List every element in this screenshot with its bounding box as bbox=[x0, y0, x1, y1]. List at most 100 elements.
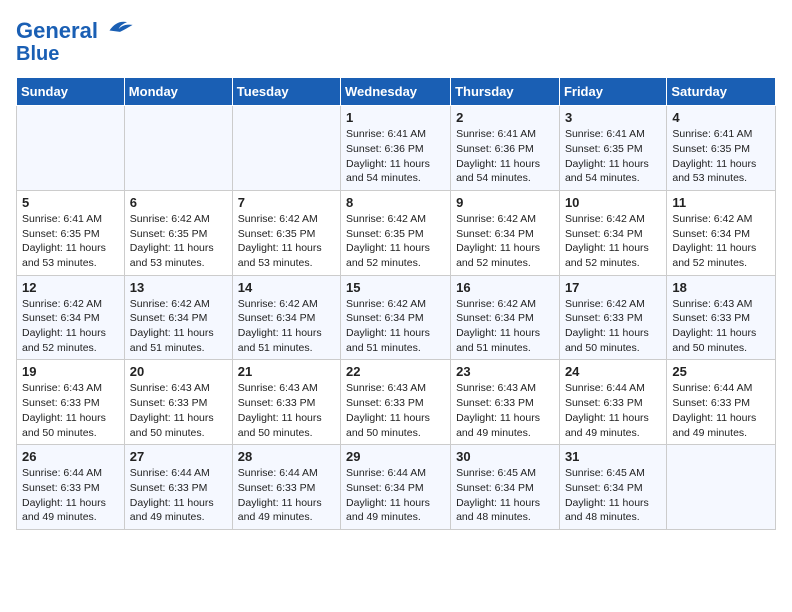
day-number: 27 bbox=[130, 449, 227, 464]
calendar-cell: 24 Sunrise: 6:44 AMSunset: 6:33 PMDayligh… bbox=[559, 360, 666, 445]
day-number: 16 bbox=[456, 280, 554, 295]
cell-sun-info: Sunrise: 6:43 AMSunset: 6:33 PMDaylight:… bbox=[672, 297, 770, 356]
calendar-cell: 4Sunrise: 6:41 AMSunset: 6:35 PMDaylight… bbox=[667, 106, 776, 191]
calendar-cell: 27Sunrise: 6:44 AMSunset: 6:33 PMDayligh… bbox=[124, 445, 232, 530]
calendar-cell: 11 Sunrise: 6:42 AMSunset: 6:34 PMDayligh… bbox=[667, 190, 776, 275]
day-number: 21 bbox=[238, 364, 335, 379]
cell-sun-info: Sunrise: 6:42 AMSunset: 6:35 PMDaylight:… bbox=[238, 212, 335, 271]
logo-text: General bbox=[16, 16, 134, 43]
day-number: 7 bbox=[238, 195, 335, 210]
day-number: 22 bbox=[346, 364, 445, 379]
calendar-cell: 30Sunrise: 6:45 AMSunset: 6:34 PMDayligh… bbox=[451, 445, 560, 530]
cell-sun-info: Sunrise: 6:42 AMSunset: 6:34 PMDaylight:… bbox=[238, 297, 335, 356]
cell-sun-info: Sunrise: 6:42 AMSunset: 6:34 PMDaylight:… bbox=[672, 212, 770, 271]
weekday-header: Friday bbox=[559, 78, 666, 106]
cell-sun-info: Sunrise: 6:41 AMSunset: 6:36 PMDaylight:… bbox=[456, 127, 554, 186]
day-number: 17 bbox=[565, 280, 661, 295]
weekday-header: Thursday bbox=[451, 78, 560, 106]
calendar-week-row: 12 Sunrise: 6:42 AMSunset: 6:34 PMDayligh… bbox=[17, 275, 776, 360]
calendar-cell: 16 Sunrise: 6:42 AMSunset: 6:34 PMDayligh… bbox=[451, 275, 560, 360]
calendar-week-row: 1 Sunrise: 6:41 AMSunset: 6:36 PMDaylight… bbox=[17, 106, 776, 191]
calendar-cell: 28 Sunrise: 6:44 AMSunset: 6:33 PMDayligh… bbox=[232, 445, 340, 530]
calendar-cell bbox=[17, 106, 125, 191]
cell-sun-info: Sunrise: 6:44 AMSunset: 6:33 PMDaylight:… bbox=[672, 381, 770, 440]
cell-sun-info: Sunrise: 6:43 AMSunset: 6:33 PMDaylight:… bbox=[22, 381, 119, 440]
calendar-cell: 18 Sunrise: 6:43 AMSunset: 6:33 PMDayligh… bbox=[667, 275, 776, 360]
day-number: 8 bbox=[346, 195, 445, 210]
calendar-cell: 26 Sunrise: 6:44 AMSunset: 6:33 PMDayligh… bbox=[17, 445, 125, 530]
cell-sun-info: Sunrise: 6:42 AMSunset: 6:33 PMDaylight:… bbox=[565, 297, 661, 356]
cell-sun-info: Sunrise: 6:43 AMSunset: 6:33 PMDaylight:… bbox=[130, 381, 227, 440]
logo-bird-icon bbox=[106, 16, 134, 38]
calendar-cell: 31 Sunrise: 6:45 AMSunset: 6:34 PMDayligh… bbox=[559, 445, 666, 530]
cell-sun-info: Sunrise: 6:42 AMSunset: 6:34 PMDaylight:… bbox=[130, 297, 227, 356]
calendar-cell: 20 Sunrise: 6:43 AMSunset: 6:33 PMDayligh… bbox=[124, 360, 232, 445]
page-header: General Blue bbox=[16, 16, 776, 65]
calendar-cell: 17 Sunrise: 6:42 AMSunset: 6:33 PMDayligh… bbox=[559, 275, 666, 360]
day-number: 18 bbox=[672, 280, 770, 295]
day-number: 25 bbox=[672, 364, 770, 379]
cell-sun-info: Sunrise: 6:44 AMSunset: 6:33 PMDaylight:… bbox=[238, 466, 335, 525]
day-number: 13 bbox=[130, 280, 227, 295]
cell-sun-info: Sunrise: 6:41 AMSunset: 6:35 PMDaylight:… bbox=[22, 212, 119, 271]
cell-sun-info: Sunrise: 6:44 AMSunset: 6:33 PMDaylight:… bbox=[565, 381, 661, 440]
calendar-week-row: 19 Sunrise: 6:43 AMSunset: 6:33 PMDayligh… bbox=[17, 360, 776, 445]
cell-sun-info: Sunrise: 6:41 AMSunset: 6:36 PMDaylight:… bbox=[346, 127, 445, 186]
cell-sun-info: Sunrise: 6:42 AMSunset: 6:34 PMDaylight:… bbox=[565, 212, 661, 271]
day-number: 2 bbox=[456, 110, 554, 125]
cell-sun-info: Sunrise: 6:44 AMSunset: 6:34 PMDaylight:… bbox=[346, 466, 445, 525]
calendar-cell bbox=[667, 445, 776, 530]
calendar-cell: 12 Sunrise: 6:42 AMSunset: 6:34 PMDayligh… bbox=[17, 275, 125, 360]
cell-sun-info: Sunrise: 6:42 AMSunset: 6:34 PMDaylight:… bbox=[456, 212, 554, 271]
calendar-cell: 29 Sunrise: 6:44 AMSunset: 6:34 PMDayligh… bbox=[341, 445, 451, 530]
weekday-header: Wednesday bbox=[341, 78, 451, 106]
cell-sun-info: Sunrise: 6:42 AMSunset: 6:34 PMDaylight:… bbox=[22, 297, 119, 356]
cell-sun-info: Sunrise: 6:44 AMSunset: 6:33 PMDaylight:… bbox=[22, 466, 119, 525]
day-number: 10 bbox=[565, 195, 661, 210]
calendar-cell: 9 Sunrise: 6:42 AMSunset: 6:34 PMDaylight… bbox=[451, 190, 560, 275]
calendar-cell: 25 Sunrise: 6:44 AMSunset: 6:33 PMDayligh… bbox=[667, 360, 776, 445]
weekday-header: Tuesday bbox=[232, 78, 340, 106]
calendar-cell: 6Sunrise: 6:42 AMSunset: 6:35 PMDaylight… bbox=[124, 190, 232, 275]
cell-sun-info: Sunrise: 6:42 AMSunset: 6:34 PMDaylight:… bbox=[456, 297, 554, 356]
weekday-header: Saturday bbox=[667, 78, 776, 106]
day-number: 9 bbox=[456, 195, 554, 210]
calendar-cell: 2 Sunrise: 6:41 AMSunset: 6:36 PMDaylight… bbox=[451, 106, 560, 191]
calendar-cell: 21 Sunrise: 6:43 AMSunset: 6:33 PMDayligh… bbox=[232, 360, 340, 445]
day-number: 30 bbox=[456, 449, 554, 464]
day-number: 14 bbox=[238, 280, 335, 295]
day-number: 23 bbox=[456, 364, 554, 379]
cell-sun-info: Sunrise: 6:43 AMSunset: 6:33 PMDaylight:… bbox=[238, 381, 335, 440]
day-number: 26 bbox=[22, 449, 119, 464]
calendar-cell: 10 Sunrise: 6:42 AMSunset: 6:34 PMDayligh… bbox=[559, 190, 666, 275]
day-number: 28 bbox=[238, 449, 335, 464]
calendar-week-row: 26 Sunrise: 6:44 AMSunset: 6:33 PMDayligh… bbox=[17, 445, 776, 530]
cell-sun-info: Sunrise: 6:41 AMSunset: 6:35 PMDaylight:… bbox=[565, 127, 661, 186]
calendar-cell: 5 Sunrise: 6:41 AMSunset: 6:35 PMDaylight… bbox=[17, 190, 125, 275]
day-number: 19 bbox=[22, 364, 119, 379]
calendar-cell bbox=[232, 106, 340, 191]
day-number: 31 bbox=[565, 449, 661, 464]
cell-sun-info: Sunrise: 6:43 AMSunset: 6:33 PMDaylight:… bbox=[346, 381, 445, 440]
calendar-cell: 14 Sunrise: 6:42 AMSunset: 6:34 PMDayligh… bbox=[232, 275, 340, 360]
calendar-cell: 3Sunrise: 6:41 AMSunset: 6:35 PMDaylight… bbox=[559, 106, 666, 191]
day-number: 12 bbox=[22, 280, 119, 295]
calendar-cell: 13 Sunrise: 6:42 AMSunset: 6:34 PMDayligh… bbox=[124, 275, 232, 360]
day-number: 24 bbox=[565, 364, 661, 379]
day-number: 20 bbox=[130, 364, 227, 379]
cell-sun-info: Sunrise: 6:45 AMSunset: 6:34 PMDaylight:… bbox=[565, 466, 661, 525]
calendar-cell bbox=[124, 106, 232, 191]
day-number: 5 bbox=[22, 195, 119, 210]
logo: General Blue bbox=[16, 16, 134, 65]
day-number: 1 bbox=[346, 110, 445, 125]
cell-sun-info: Sunrise: 6:42 AMSunset: 6:35 PMDaylight:… bbox=[130, 212, 227, 271]
calendar-cell: 23Sunrise: 6:43 AMSunset: 6:33 PMDayligh… bbox=[451, 360, 560, 445]
calendar-table: SundayMondayTuesdayWednesdayThursdayFrid… bbox=[16, 77, 776, 530]
calendar-week-row: 5 Sunrise: 6:41 AMSunset: 6:35 PMDaylight… bbox=[17, 190, 776, 275]
weekday-header: Sunday bbox=[17, 78, 125, 106]
cell-sun-info: Sunrise: 6:41 AMSunset: 6:35 PMDaylight:… bbox=[672, 127, 770, 186]
cell-sun-info: Sunrise: 6:42 AMSunset: 6:34 PMDaylight:… bbox=[346, 297, 445, 356]
day-number: 11 bbox=[672, 195, 770, 210]
calendar-cell: 7 Sunrise: 6:42 AMSunset: 6:35 PMDaylight… bbox=[232, 190, 340, 275]
day-number: 29 bbox=[346, 449, 445, 464]
